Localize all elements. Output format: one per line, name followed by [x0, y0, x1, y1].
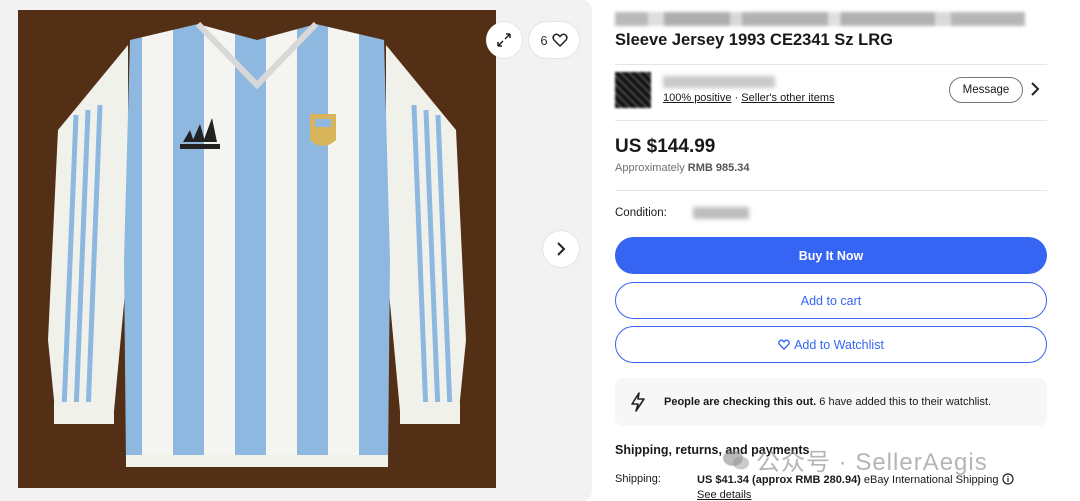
title-line-blurred	[615, 12, 1025, 26]
add-to-watchlist-button[interactable]: Add to Watchlist	[615, 326, 1047, 363]
item-title: Sleeve Jersey 1993 CE2341 Sz LRG	[615, 31, 893, 49]
positive-feedback-link[interactable]: 100% positive	[663, 92, 732, 104]
chevron-right-icon	[557, 242, 566, 256]
divider	[615, 190, 1047, 191]
item-price: US $144.99	[615, 136, 716, 157]
separator: ·	[734, 92, 739, 104]
shipping-label: Shipping:	[615, 473, 661, 485]
divider	[615, 120, 1047, 121]
heart-icon	[551, 33, 568, 47]
expand-icon	[497, 33, 511, 47]
image-gallery: 6	[0, 0, 592, 501]
product-photo[interactable]	[18, 10, 496, 488]
condition-value-blurred	[693, 207, 749, 219]
info-icon[interactable]	[1001, 473, 1014, 485]
watch-count-button[interactable]: 6	[529, 22, 579, 58]
seller-avatar[interactable]	[615, 72, 651, 108]
watermark-text: 公众号 · SellerAegis	[756, 449, 988, 476]
jersey-image	[18, 10, 496, 488]
condition-label: Condition:	[615, 207, 667, 219]
expand-image-button[interactable]	[486, 22, 522, 58]
seller-name-blurred[interactable]	[663, 76, 775, 88]
item-details-panel: Sleeve Jersey 1993 CE2341 Sz LRG 100% po…	[615, 0, 1047, 501]
see-details-link[interactable]: See details	[697, 489, 751, 501]
afa-crest	[310, 114, 336, 146]
seller-chevron-right-icon[interactable]	[1029, 82, 1041, 96]
next-image-button[interactable]	[543, 231, 579, 267]
notice-rest: 6 have added this to their watchlist.	[816, 396, 992, 408]
approx-price: Approximately RMB 985.34	[615, 162, 750, 174]
approx-value: RMB 985.34	[687, 162, 750, 174]
watermark: 公众号 · SellerAegis	[722, 442, 988, 477]
wechat-icon	[723, 449, 749, 469]
add-to-cart-button[interactable]: Add to cart	[615, 282, 1047, 319]
lightning-icon	[631, 392, 645, 412]
watch-count: 6	[540, 32, 548, 48]
heart-icon	[778, 339, 790, 350]
watchers-notice: People are checking this out. 6 have add…	[615, 378, 1047, 426]
notice-text: People are checking this out. 6 have add…	[664, 396, 991, 408]
add-to-watchlist-label: Add to Watchlist	[794, 337, 884, 352]
divider	[615, 64, 1047, 65]
approx-label: Approximately	[615, 162, 685, 174]
message-button[interactable]: Message	[949, 77, 1023, 103]
notice-bold: People are checking this out.	[664, 396, 817, 408]
seller-other-items-link[interactable]: Seller's other items	[741, 92, 834, 104]
seller-feedback-row: 100% positive · Seller's other items	[663, 92, 835, 104]
buy-it-now-button[interactable]: Buy It Now	[615, 237, 1047, 274]
